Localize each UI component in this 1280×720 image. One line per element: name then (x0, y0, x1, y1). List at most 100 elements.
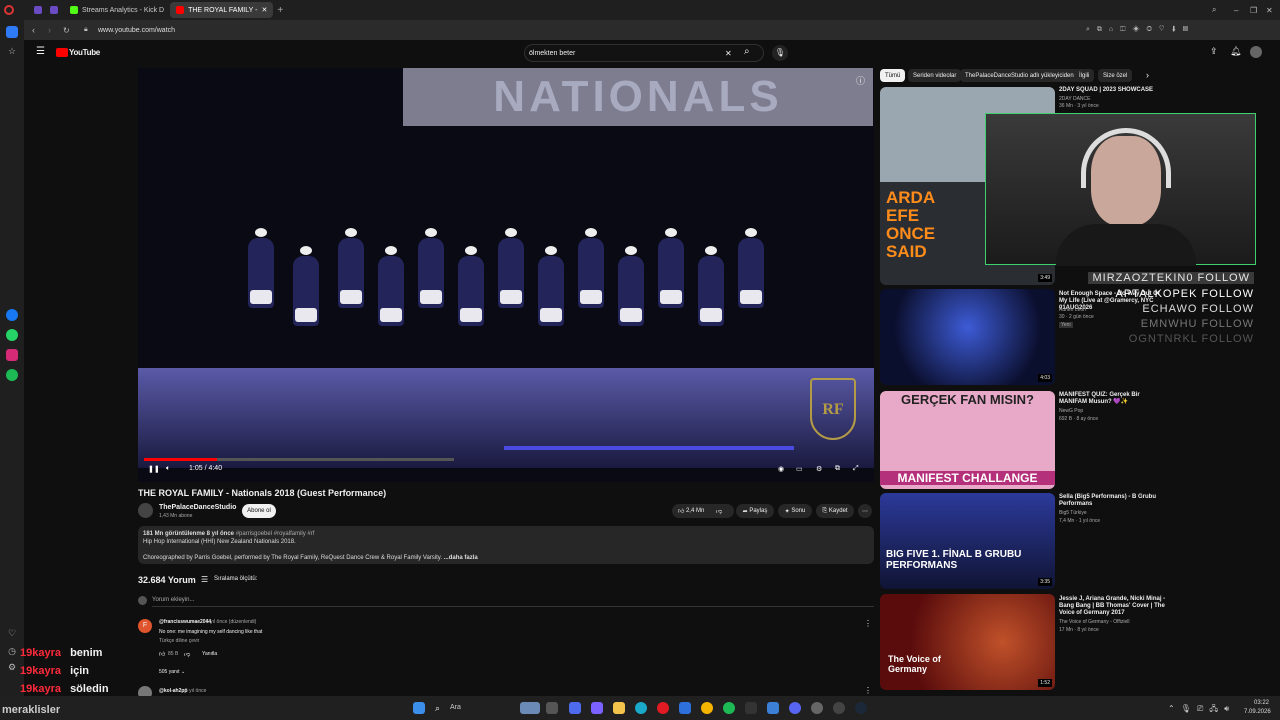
messenger-icon[interactable] (6, 309, 18, 321)
avatar[interactable] (1250, 46, 1262, 58)
related-channel[interactable]: Big5 Türkiye (1059, 510, 1087, 516)
more-actions-button[interactable]: ⋯ (858, 504, 872, 518)
filter-chip-for-you[interactable]: Size özel (1098, 69, 1133, 82)
store-icon[interactable] (679, 702, 691, 714)
progress-bar[interactable] (144, 458, 454, 461)
history-icon[interactable]: ◷ (6, 646, 18, 658)
add-comment-input[interactable]: Yorum ekleyin... (152, 597, 194, 603)
app-icon[interactable] (767, 702, 779, 714)
translate-link[interactable]: Türkçe diline çevir (159, 638, 199, 644)
notifications-icon[interactable]: 🔔︎ (1230, 46, 1241, 57)
menu-icon[interactable]: ☰ (36, 46, 45, 57)
filter-chip-uploader[interactable]: ThePalaceDanceStudio adlı yükleyiciden (960, 69, 1079, 82)
clock-time[interactable]: 03:22 (1254, 700, 1269, 706)
comment-dislike-icon[interactable]: 👎︎ (184, 650, 190, 658)
url-field[interactable]: www.youtube.com/watch (98, 27, 175, 34)
whatsapp-icon[interactable] (6, 329, 18, 341)
related-thumbnail[interactable]: GERÇEK FAN MISIN? MANIFEST CHALLANGE (880, 391, 1055, 489)
related-channel[interactable]: Adrien Leon (1059, 307, 1086, 313)
related-title[interactable]: 2DAY SQUAD | 2023 SHOWCASE (1059, 87, 1169, 94)
opera-logo-icon[interactable] (4, 5, 14, 15)
tab-youtube[interactable]: THE ROYAL FAMILY - ✕ (170, 2, 274, 18)
search-tabs-icon[interactable]: ⌕ (1212, 5, 1216, 15)
fullscreen-icon[interactable]: ⤢ (853, 465, 859, 473)
related-title[interactable]: MANIFEST QUIZ: Gerçek Bir MANIFAM Musun?… (1059, 392, 1169, 406)
comment-like-icon[interactable]: 👍︎ (159, 650, 165, 658)
related-thumbnail[interactable]: BIG FIVE 1. FİNAL B GRUBU PERFORMANS 3:3… (880, 493, 1055, 589)
sort-button[interactable]: Sıralama ölçütü: (214, 576, 257, 582)
subscribe-button[interactable]: Abone ol (242, 504, 276, 518)
home-icon[interactable] (6, 26, 18, 38)
volume-icon[interactable]: 🔈︎ (166, 465, 170, 473)
thumbs-down-icon[interactable]: 👎︎ (716, 507, 722, 515)
taskbar-search[interactable]: Ara (450, 704, 461, 711)
minimize-icon[interactable]: – (1234, 6, 1238, 15)
clock-date[interactable]: 7.09.2026 (1244, 709, 1271, 715)
app-icon[interactable] (569, 702, 581, 714)
related-thumbnail[interactable]: The Voice of Germany 1:52 (880, 594, 1055, 690)
extensions-icon[interactable]: ⌕⧉⌂◫◈◎♡⬇▤ (1086, 26, 1195, 34)
video-player[interactable]: NATIONALS RF ⓘ ❚❚ 🔈︎ 1:05 / 4:40 ◉ ▭ ⚙ ⧉… (138, 68, 874, 482)
comment-menu-icon[interactable]: ⋮ (864, 686, 872, 695)
search-input[interactable]: ölmekten beter ✕ (524, 44, 764, 62)
autoplay-toggle[interactable]: ◉ (778, 465, 784, 473)
save-button[interactable]: ⎘ Kaydet (816, 504, 854, 518)
channel-avatar[interactable] (138, 503, 153, 518)
tab-icon[interactable] (34, 6, 42, 14)
obs-icon[interactable] (833, 702, 845, 714)
close-window-icon[interactable]: ✕ (1266, 6, 1273, 15)
pause-icon[interactable]: ❚❚ (148, 465, 160, 473)
taskbar-search-icon[interactable]: ⌕ (435, 703, 440, 714)
related-title[interactable]: Jessie J, Ariana Grande, Nicki Minaj - B… (1059, 596, 1169, 617)
filter-chip-all[interactable]: Tümü (880, 69, 906, 82)
channel-name[interactable]: ThePalaceDanceStudio (159, 504, 236, 511)
miniplayer-icon[interactable]: ⧉ (835, 465, 840, 473)
widget-icon[interactable] (520, 702, 540, 714)
close-tab-icon[interactable]: ✕ (261, 6, 267, 14)
new-tab-icon[interactable]: + (277, 5, 283, 16)
chrome-icon[interactable] (701, 702, 713, 714)
hashtags[interactable]: #parrisgoebel #royalfamily #rf (236, 531, 315, 537)
info-icon[interactable]: ⓘ (856, 74, 865, 87)
forward-icon[interactable]: › (48, 25, 51, 35)
chevron-right-icon[interactable]: › (1146, 70, 1149, 80)
discord-icon[interactable] (789, 702, 801, 714)
youtube-logo[interactable]: YouTube (69, 48, 100, 57)
back-icon[interactable]: ‹ (32, 25, 35, 35)
clear-search-icon[interactable]: ✕ (725, 49, 732, 58)
related-channel[interactable]: 2DAY DANCE (1059, 96, 1091, 102)
microphone-icon[interactable]: 🎙︎ (772, 45, 788, 61)
replies-toggle[interactable]: 505 yanıt ⌄ (159, 669, 185, 675)
remix-button[interactable]: ✦ Sonu (778, 504, 812, 518)
spotify-icon[interactable] (6, 369, 18, 381)
edge-icon[interactable] (635, 702, 647, 714)
upload-icon[interactable]: ⇪ (1210, 46, 1218, 57)
tab-kick[interactable]: Streams Analytics - Kick D (64, 2, 170, 18)
youtube-logo-icon[interactable] (56, 48, 68, 57)
app-icon[interactable] (811, 702, 823, 714)
maximize-icon[interactable]: ❐ (1250, 6, 1257, 15)
related-thumbnail[interactable]: 4:03 (880, 289, 1055, 385)
subtitles-icon[interactable]: ▭ (796, 465, 803, 473)
steam-icon[interactable] (855, 702, 867, 714)
windows-start-icon[interactable] (413, 702, 425, 714)
related-title[interactable]: Sella (Big5 Performans) - B Grubu Perfor… (1059, 494, 1169, 508)
app-icon[interactable] (591, 702, 603, 714)
heart-icon[interactable]: ♡ (6, 628, 18, 640)
instagram-icon[interactable] (6, 349, 18, 361)
app-icon[interactable] (745, 702, 757, 714)
folder-icon[interactable] (613, 702, 625, 714)
spotify-icon[interactable] (723, 702, 735, 714)
sort-icon[interactable]: ☰ (201, 575, 208, 584)
task-view-icon[interactable] (546, 702, 558, 714)
reply-button[interactable]: Yanıtla (202, 651, 217, 657)
share-button[interactable]: ➦ Paylaş (736, 504, 774, 518)
comment-user[interactable]: @francisswumae2044 (159, 619, 211, 625)
search-icon[interactable]: ⌕ (744, 46, 750, 57)
filter-chip-series[interactable]: Seriden videolar (908, 69, 962, 82)
related-channel[interactable]: The Voice of Germany - Offiziell (1059, 619, 1130, 625)
settings-icon[interactable]: ⚙ (816, 465, 822, 473)
tray-icons[interactable]: ⌃🎙︎⎚🖧🔊︎ (1168, 703, 1235, 717)
reload-icon[interactable]: ↻ (63, 26, 70, 35)
description-box[interactable]: 181 Mn görüntülenme 8 yıl önce #parrisgo… (138, 526, 874, 564)
